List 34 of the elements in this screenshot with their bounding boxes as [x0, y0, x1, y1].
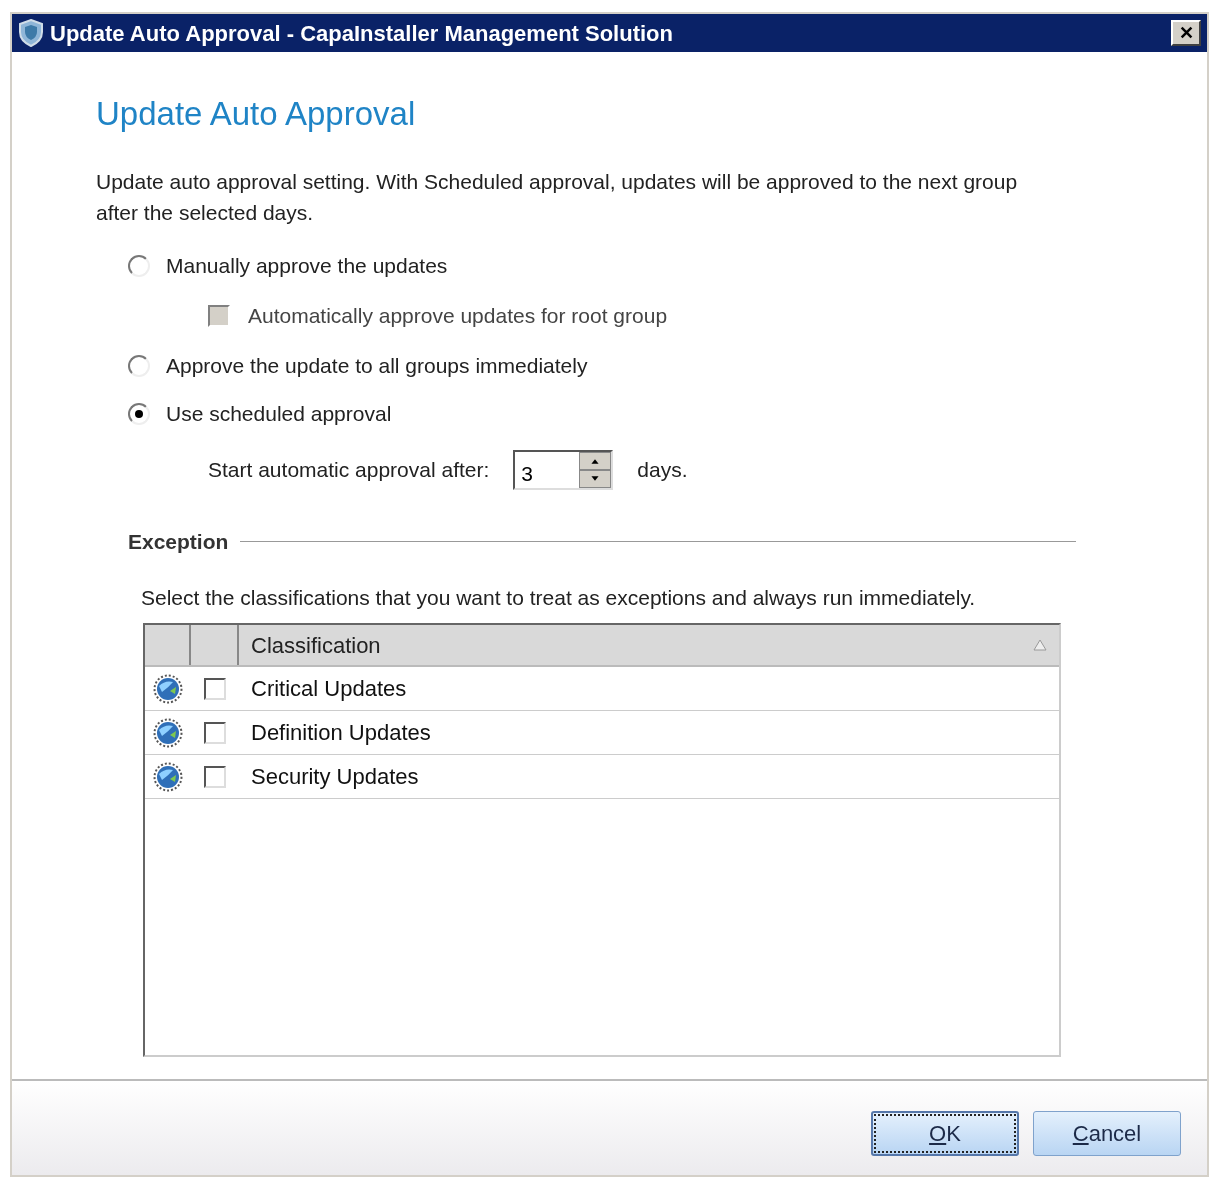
shield-icon [18, 19, 44, 47]
checkbox[interactable] [204, 677, 226, 700]
description-text: Update auto approval setting. With Scheduled approval, updates will be approved to the next group after the selected days. [96, 169, 1019, 226]
table-row[interactable]: Critical Updates [145, 667, 1059, 711]
checkbox[interactable] [204, 721, 226, 744]
table-row[interactable]: Definition Updates [145, 711, 1059, 755]
table-cell-text: Definition Updates [250, 719, 431, 747]
days-unit: days. [637, 457, 688, 484]
exception-hint: Select the classifications that you want to treat as exceptions and always run immediately. [140, 584, 977, 611]
globe-icon [153, 673, 183, 704]
checkbox-label: Automatically approve updates for root group [248, 303, 668, 330]
globe-icon [153, 717, 183, 748]
radio-button[interactable] [128, 355, 150, 377]
radio-label: Manually approve the updates [166, 253, 448, 280]
dialog-heading: Update Auto Approval [96, 94, 417, 134]
days-value: 3 [520, 461, 534, 487]
radio-button[interactable] [128, 403, 150, 425]
days-spinner[interactable]: 3 [513, 450, 614, 490]
group-title: Exception [128, 529, 229, 555]
close-button[interactable]: ✕ [1171, 20, 1201, 46]
radio-button[interactable] [128, 255, 150, 277]
globe-icon [153, 761, 183, 792]
table-cell-text: Security Updates [250, 763, 419, 791]
delay-label: Start automatic approval after: [208, 457, 490, 484]
window-title: Update Auto Approval - CapaInstaller Management Solution [50, 19, 673, 48]
radio-label: Use scheduled approval [166, 401, 392, 428]
radio-label: Approve the update to all groups immediately [166, 353, 588, 380]
cancel-button[interactable]: Cancel [1033, 1110, 1181, 1156]
spin-up-icon[interactable] [579, 452, 612, 470]
checkbox[interactable] [204, 765, 226, 788]
table-row[interactable]: Security Updates [145, 755, 1059, 799]
spin-down-icon[interactable] [579, 470, 612, 488]
ok-button[interactable]: OK [871, 1110, 1019, 1156]
table-cell-text: Critical Updates [250, 675, 407, 703]
